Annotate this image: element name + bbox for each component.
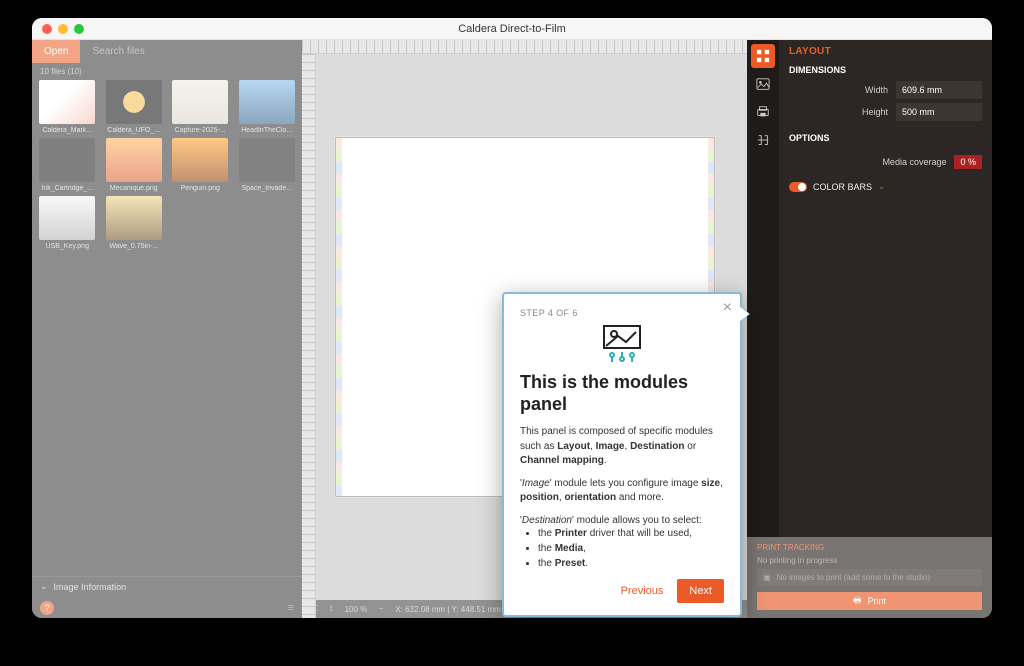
app-window: Caldera Direct-to-Film Open Search files…	[32, 18, 992, 618]
thumbnail-item[interactable]: Space_Invade...	[236, 138, 299, 192]
module-content: LAYOUT DIMENSIONS Width Height OPTIONS M…	[779, 40, 992, 618]
thumbnail-item[interactable]: Wave_0.75in-...	[103, 196, 166, 250]
zoom-slider-icon[interactable]: ⎯	[379, 604, 383, 614]
width-input[interactable]	[896, 81, 982, 99]
tour-title: This is the modules panel	[520, 372, 724, 415]
popover-arrow	[739, 306, 749, 322]
zoom-level: 100 %	[345, 605, 368, 614]
media-coverage-value: 0 %	[954, 155, 982, 169]
chevron-down-icon: ⌄	[40, 581, 48, 592]
module-title: LAYOUT	[789, 46, 982, 57]
close-icon[interactable]: ×	[723, 300, 732, 316]
chevron-down-icon: ⌄	[878, 181, 886, 192]
tour-paragraph: This panel is composed of specific modul…	[520, 425, 724, 469]
horizontal-ruler	[302, 40, 747, 54]
thumbnail-item[interactable]: USB_Key.png	[36, 196, 99, 250]
modules-panel: LAYOUT DIMENSIONS Width Height OPTIONS M…	[747, 40, 992, 618]
thumbnail-item[interactable]: Caldera_Mark...	[36, 80, 99, 134]
height-input[interactable]	[896, 103, 982, 121]
cursor-coords: X: 632.08 mm | Y: 448.51 mm	[395, 605, 501, 614]
module-layout-icon[interactable]	[751, 44, 775, 68]
file-browser-panel: Open Search files 10 files (10) Caldera_…	[32, 40, 302, 618]
thumbnail-item[interactable]: Mecanique.png	[103, 138, 166, 192]
thumbnail-grid: Caldera_Mark... Caldera_UFO_... Capture-…	[32, 80, 302, 250]
tour-popover: × STEP 4 OF 6 This is the modules panel …	[502, 292, 742, 617]
color-bar-left	[336, 138, 342, 496]
thumbnail-item[interactable]: Caldera_UFO_...	[103, 80, 166, 134]
tour-step-label: STEP 4 OF 6	[520, 308, 724, 318]
tour-illustration-icon	[520, 324, 724, 364]
section-options: OPTIONS	[789, 133, 982, 143]
thumbnail-item[interactable]: Ink_Cartridge_...	[36, 138, 99, 192]
color-bars-toggle[interactable]	[789, 182, 807, 192]
section-dimensions: DIMENSIONS	[789, 65, 982, 75]
tab-search-files[interactable]: Search files	[80, 40, 156, 63]
help-button[interactable]: ?	[40, 601, 54, 615]
window-title: Caldera Direct-to-Film	[32, 23, 992, 35]
image-information-header[interactable]: ⌄ Image Information	[32, 576, 302, 596]
module-channel-mapping-icon[interactable]	[751, 128, 775, 152]
module-rail	[747, 40, 779, 618]
tour-next-button[interactable]: Next	[677, 579, 724, 603]
file-count-label: 10 files (10)	[32, 63, 302, 80]
tab-open[interactable]: Open	[32, 40, 80, 63]
titlebar: Caldera Direct-to-Film	[32, 18, 992, 40]
color-bars-row[interactable]: COLOR BARS ⌄	[789, 181, 982, 192]
tour-list: the Printer driver that will be used, th…	[520, 526, 724, 571]
tour-previous-button[interactable]: Previous	[621, 585, 664, 597]
module-destination-icon[interactable]	[751, 100, 775, 124]
thumbnail-item[interactable]: Capture-2025-...	[169, 80, 232, 134]
height-label: Height	[862, 107, 888, 117]
measure-icon[interactable]: ⟟	[330, 604, 333, 614]
tour-paragraph: 'Image' module lets you configure image …	[520, 477, 724, 506]
list-view-icon[interactable]: ≡	[288, 602, 294, 614]
thumbnail-item[interactable]: HeadInTheClo...	[236, 80, 299, 134]
module-image-icon[interactable]	[751, 72, 775, 96]
thumbnail-item[interactable]: Penguin.png	[169, 138, 232, 192]
color-bars-label: COLOR BARS	[813, 182, 872, 192]
width-label: Width	[865, 85, 888, 95]
media-coverage-label: Media coverage	[882, 157, 946, 167]
